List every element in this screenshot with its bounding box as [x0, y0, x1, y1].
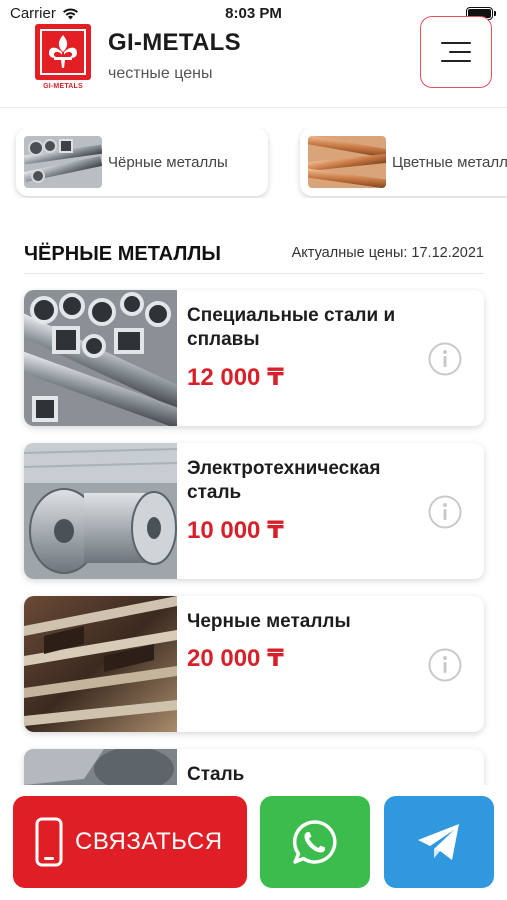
info-icon[interactable] — [428, 342, 462, 376]
product-card[interactable]: Специальные стали и сплавы 12 000 ₸ — [24, 290, 484, 426]
product-price: 12 000 ₸ — [187, 364, 284, 391]
hamburger-menu-icon — [441, 42, 471, 44]
product-name: Электротехническая сталь — [187, 458, 381, 503]
bottom-action-bar: СВЯЗАТЬСЯ — [0, 786, 507, 900]
section-title: ЧЁРНЫЕ МЕТАЛЛЫ — [24, 243, 221, 265]
category-label: Цветные металлы — [392, 153, 507, 171]
menu-button[interactable] — [420, 16, 492, 88]
angle-iron-photo — [24, 596, 177, 732]
steel-tubes-photo — [24, 290, 202, 426]
phone-icon — [35, 817, 63, 867]
telegram-icon — [418, 824, 459, 860]
price-date-label: Актуалные цены: 17.12.2021 — [291, 245, 484, 261]
app-header: GI-METALS GI-METALS честные цены — [0, 16, 507, 108]
brand-subtitle: честные цены — [108, 65, 213, 82]
copper-pipes-thumbnail — [308, 136, 386, 188]
product-name: Черные металлы — [187, 611, 351, 632]
whatsapp-button[interactable] — [260, 796, 370, 888]
brand-logo[interactable]: GI-METALS — [35, 24, 91, 92]
telegram-button[interactable] — [384, 796, 494, 888]
logo-caption: GI-METALS — [43, 83, 83, 90]
contact-button[interactable]: СВЯЗАТЬСЯ — [13, 796, 247, 888]
product-card[interactable]: Сталь — [24, 749, 484, 785]
category-chip-nonferrous-metals[interactable]: Цветные металлы — [300, 128, 507, 196]
contact-button-label: СВЯЗАТЬСЯ — [75, 828, 223, 855]
info-icon[interactable] — [428, 495, 462, 529]
category-chip-black-metals[interactable]: Чёрные металлы — [16, 128, 268, 196]
product-card[interactable]: Электротехническая сталь 10 000 ₸ — [24, 443, 484, 579]
product-name: Специальные стали и сплавы — [187, 305, 396, 350]
fleur-de-lis-icon — [35, 24, 91, 80]
category-label: Чёрные металлы — [108, 153, 228, 171]
product-price: 10 000 ₸ — [187, 517, 284, 544]
brand-title: GI-METALS — [108, 29, 241, 56]
product-name: Сталь — [187, 764, 245, 785]
whatsapp-icon — [292, 820, 337, 864]
steel-coils-photo — [24, 443, 178, 579]
category-scroller[interactable]: Чёрные металлы Цветные металлы — [0, 128, 507, 198]
info-icon[interactable] — [428, 648, 462, 682]
steel-pipes-thumbnail — [24, 136, 102, 188]
product-list[interactable]: Специальные стали и сплавы 12 000 ₸ Элек… — [0, 288, 507, 785]
product-price: 20 000 ₸ — [187, 645, 284, 672]
section-header: ЧЁРНЫЕ МЕТАЛЛЫ Актуалные цены: 17.12.202… — [24, 240, 484, 274]
product-card[interactable]: Черные металлы 20 000 ₸ — [24, 596, 484, 732]
steel-sheets-photo — [24, 749, 177, 785]
